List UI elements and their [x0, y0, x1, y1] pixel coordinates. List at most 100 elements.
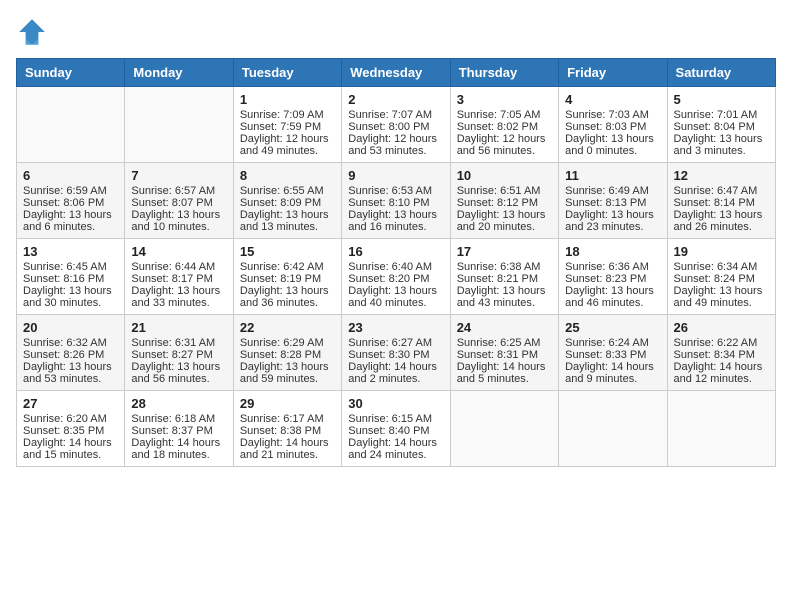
day-info: Sunrise: 7:09 AM	[240, 109, 335, 121]
day-info: Daylight: 13 hours and 33 minutes.	[131, 285, 226, 309]
calendar-cell: 21Sunrise: 6:31 AMSunset: 8:27 PMDayligh…	[125, 315, 233, 391]
day-info: Sunset: 8:31 PM	[457, 349, 552, 361]
day-info: Sunrise: 6:59 AM	[23, 185, 118, 197]
day-number: 23	[348, 320, 443, 335]
day-header-sunday: Sunday	[17, 59, 125, 87]
day-info: Sunrise: 6:25 AM	[457, 337, 552, 349]
calendar-cell: 6Sunrise: 6:59 AMSunset: 8:06 PMDaylight…	[17, 163, 125, 239]
calendar-week-3: 13Sunrise: 6:45 AMSunset: 8:16 PMDayligh…	[17, 239, 776, 315]
day-info: Sunrise: 7:01 AM	[674, 109, 769, 121]
day-info: Daylight: 14 hours and 12 minutes.	[674, 361, 769, 385]
day-info: Sunset: 8:21 PM	[457, 273, 552, 285]
logo-icon	[16, 16, 48, 48]
day-number: 22	[240, 320, 335, 335]
calendar-cell: 13Sunrise: 6:45 AMSunset: 8:16 PMDayligh…	[17, 239, 125, 315]
day-info: Sunrise: 6:15 AM	[348, 413, 443, 425]
day-info: Daylight: 13 hours and 26 minutes.	[674, 209, 769, 233]
day-info: Sunrise: 6:24 AM	[565, 337, 660, 349]
calendar-cell: 11Sunrise: 6:49 AMSunset: 8:13 PMDayligh…	[559, 163, 667, 239]
calendar-header-row: SundayMondayTuesdayWednesdayThursdayFrid…	[17, 59, 776, 87]
day-number: 26	[674, 320, 769, 335]
day-info: Daylight: 13 hours and 16 minutes.	[348, 209, 443, 233]
day-number: 7	[131, 168, 226, 183]
day-info: Sunrise: 6:36 AM	[565, 261, 660, 273]
day-info: Daylight: 13 hours and 53 minutes.	[23, 361, 118, 385]
day-info: Sunrise: 6:42 AM	[240, 261, 335, 273]
day-info: Sunrise: 7:05 AM	[457, 109, 552, 121]
day-info: Sunset: 8:03 PM	[565, 121, 660, 133]
day-info: Sunset: 8:24 PM	[674, 273, 769, 285]
calendar-cell: 8Sunrise: 6:55 AMSunset: 8:09 PMDaylight…	[233, 163, 341, 239]
day-number: 13	[23, 244, 118, 259]
day-header-wednesday: Wednesday	[342, 59, 450, 87]
day-info: Sunrise: 6:31 AM	[131, 337, 226, 349]
day-info: Daylight: 12 hours and 56 minutes.	[457, 133, 552, 157]
calendar-cell: 25Sunrise: 6:24 AMSunset: 8:33 PMDayligh…	[559, 315, 667, 391]
day-info: Daylight: 14 hours and 24 minutes.	[348, 437, 443, 461]
calendar-cell	[125, 87, 233, 163]
calendar-cell: 20Sunrise: 6:32 AMSunset: 8:26 PMDayligh…	[17, 315, 125, 391]
day-info: Sunrise: 7:07 AM	[348, 109, 443, 121]
calendar-week-1: 1Sunrise: 7:09 AMSunset: 7:59 PMDaylight…	[17, 87, 776, 163]
day-number: 9	[348, 168, 443, 183]
day-info: Sunrise: 6:45 AM	[23, 261, 118, 273]
day-info: Daylight: 13 hours and 30 minutes.	[23, 285, 118, 309]
day-number: 24	[457, 320, 552, 335]
day-info: Sunrise: 6:44 AM	[131, 261, 226, 273]
day-number: 28	[131, 396, 226, 411]
day-header-friday: Friday	[559, 59, 667, 87]
day-info: Sunrise: 6:51 AM	[457, 185, 552, 197]
calendar-cell: 7 Sunrise: 6:57 AMSunset: 8:07 PMDaylight…	[125, 163, 233, 239]
day-number: 18	[565, 244, 660, 259]
day-info: Sunrise: 6:57 AM	[131, 185, 226, 197]
calendar-cell: 26Sunrise: 6:22 AMSunset: 8:34 PMDayligh…	[667, 315, 775, 391]
day-info: Sunset: 8:13 PM	[565, 197, 660, 209]
day-info: Sunset: 8:12 PM	[457, 197, 552, 209]
calendar-cell: 16Sunrise: 6:40 AMSunset: 8:20 PMDayligh…	[342, 239, 450, 315]
day-info: Sunset: 8:30 PM	[348, 349, 443, 361]
calendar-cell	[450, 391, 558, 467]
calendar-cell: 29Sunrise: 6:17 AMSunset: 8:38 PMDayligh…	[233, 391, 341, 467]
day-info: Sunrise: 6:47 AM	[674, 185, 769, 197]
calendar-week-2: 6Sunrise: 6:59 AMSunset: 8:06 PMDaylight…	[17, 163, 776, 239]
day-info: Daylight: 13 hours and 0 minutes.	[565, 133, 660, 157]
day-info: Sunset: 8:33 PM	[565, 349, 660, 361]
day-info: Sunrise: 6:20 AM	[23, 413, 118, 425]
day-info: Sunrise: 6:18 AM	[131, 413, 226, 425]
calendar-cell: 15Sunrise: 6:42 AMSunset: 8:19 PMDayligh…	[233, 239, 341, 315]
day-info: Sunrise: 6:49 AM	[565, 185, 660, 197]
day-number: 6	[23, 168, 118, 183]
logo	[16, 16, 52, 48]
day-info: Daylight: 13 hours and 10 minutes.	[131, 209, 226, 233]
calendar-cell: 23Sunrise: 6:27 AMSunset: 8:30 PMDayligh…	[342, 315, 450, 391]
day-number: 8	[240, 168, 335, 183]
page-header	[16, 16, 776, 48]
day-info: Sunrise: 7:03 AM	[565, 109, 660, 121]
day-number: 10	[457, 168, 552, 183]
day-info: Sunset: 7:59 PM	[240, 121, 335, 133]
day-info: Daylight: 13 hours and 3 minutes.	[674, 133, 769, 157]
calendar-cell	[667, 391, 775, 467]
calendar-cell: 19Sunrise: 6:34 AMSunset: 8:24 PMDayligh…	[667, 239, 775, 315]
calendar-cell: 22Sunrise: 6:29 AMSunset: 8:28 PMDayligh…	[233, 315, 341, 391]
calendar-week-4: 20Sunrise: 6:32 AMSunset: 8:26 PMDayligh…	[17, 315, 776, 391]
calendar-cell: 12Sunrise: 6:47 AMSunset: 8:14 PMDayligh…	[667, 163, 775, 239]
day-info: Sunset: 8:10 PM	[348, 197, 443, 209]
day-info: Sunset: 8:07 PM	[131, 197, 226, 209]
calendar-cell: 5Sunrise: 7:01 AMSunset: 8:04 PMDaylight…	[667, 87, 775, 163]
day-info: Sunrise: 6:55 AM	[240, 185, 335, 197]
day-info: Daylight: 14 hours and 9 minutes.	[565, 361, 660, 385]
day-info: Daylight: 14 hours and 15 minutes.	[23, 437, 118, 461]
day-number: 17	[457, 244, 552, 259]
calendar-week-5: 27Sunrise: 6:20 AMSunset: 8:35 PMDayligh…	[17, 391, 776, 467]
day-info: Sunset: 8:17 PM	[131, 273, 226, 285]
calendar-cell: 10Sunrise: 6:51 AMSunset: 8:12 PMDayligh…	[450, 163, 558, 239]
day-number: 4	[565, 92, 660, 107]
day-number: 14	[131, 244, 226, 259]
day-info: Daylight: 13 hours and 6 minutes.	[23, 209, 118, 233]
day-info: Daylight: 14 hours and 5 minutes.	[457, 361, 552, 385]
day-number: 12	[674, 168, 769, 183]
day-info: Daylight: 13 hours and 40 minutes.	[348, 285, 443, 309]
day-info: Daylight: 14 hours and 18 minutes.	[131, 437, 226, 461]
day-info: Sunset: 8:28 PM	[240, 349, 335, 361]
